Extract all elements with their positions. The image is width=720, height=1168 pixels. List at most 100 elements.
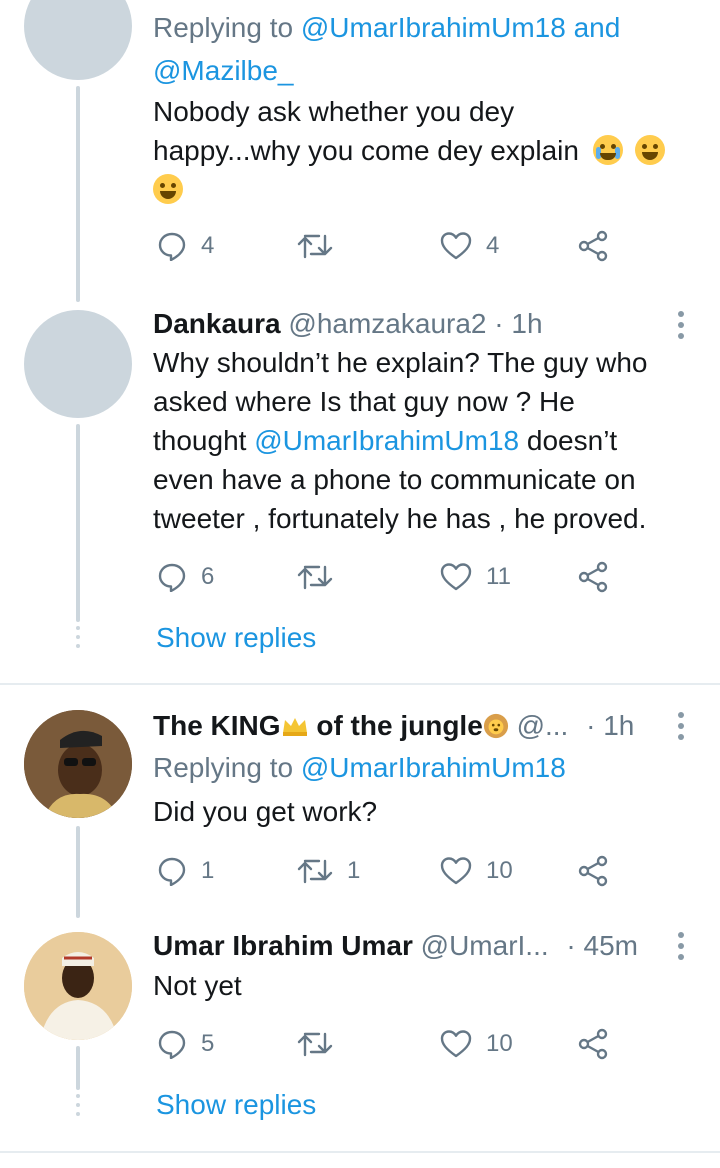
reply-icon [158,232,186,261]
share-icon [578,1028,608,1060]
retweet-button[interactable] [297,1024,347,1064]
tweet-actions: 5 10 [153,1024,623,1064]
like-button[interactable]: 11 [440,557,511,597]
display-name-text: of the jungle [308,710,483,741]
tweet-body-line: Nobody ask whether you dey [153,96,515,127]
share-icon [578,561,608,593]
lion-emoji-icon [483,713,508,739]
retweet-icon [297,234,333,259]
sweat-smile-emoji-icon [634,135,665,165]
like-button[interactable]: 4 [440,226,499,266]
avatar[interactable] [24,710,132,818]
like-button[interactable]: 10 [440,1024,513,1064]
like-count: 11 [486,563,511,590]
like-count: 4 [486,232,500,259]
avatar-photo [24,710,132,818]
mention-link[interactable]: @UmarIbrahimUm18 [301,752,566,783]
show-replies-link[interactable]: Show replies [156,622,316,654]
user-handle[interactable]: @... [517,710,569,741]
share-icon [578,230,608,262]
replying-to-label: Replying to [153,12,294,43]
tweet-body-line: thought @UmarIbrahimUm18 doesn’t [153,421,647,460]
crown-emoji-icon [282,718,307,736]
display-name[interactable]: The KING of the jungle [153,710,517,741]
heart-icon [440,1030,472,1058]
sweat-smile-emoji-icon [153,174,183,204]
tweet-timestamp: · 45m [566,930,638,961]
reply-button[interactable]: 6 [157,557,214,597]
tweet-actions: 4 4 [153,226,623,266]
more-vertical-icon[interactable] [678,932,686,965]
more-vertical-icon[interactable] [678,712,686,745]
like-count: 10 [486,857,513,884]
display-name-text: The KING [153,710,281,741]
avatar[interactable] [24,932,132,1040]
tweet-body-text: doesn’t [526,425,618,456]
display-name[interactable]: Umar Ibrahim Umar [153,930,413,961]
more-vertical-icon[interactable] [678,311,686,344]
reply-icon [158,857,186,886]
tweet-header: Umar Ibrahim Umar @UmarI... · 45m [153,926,638,965]
heart-icon [440,857,472,885]
thread-dots [76,626,80,653]
tweet-body-line: tweeter , fortunately he has , he proved… [153,503,647,534]
retweet-button[interactable]: 1 [297,851,360,891]
divider [0,1151,720,1153]
retweet-icon [297,565,333,590]
tweet-body: Did you get work? [153,796,378,827]
thread-line [76,86,80,302]
thread-dots [76,1094,80,1121]
replying-to-label: Replying to [153,752,294,783]
reply-button[interactable]: 1 [157,851,214,891]
tweet-body: Not yet [153,970,242,1001]
thread-line [76,1046,80,1090]
tweet-body: Why shouldn’t he explain? The guy who as… [153,343,647,538]
tweet-timestamp: · 1h [586,710,635,741]
share-button[interactable] [578,226,610,266]
tweet-body-line: asked where Is that guy now ? He [153,386,575,417]
retweet-button[interactable] [297,226,347,266]
like-count: 10 [486,1030,513,1057]
retweet-count: 1 [347,857,361,884]
tweet-body-line: Why shouldn’t he explain? The guy who [153,347,648,378]
mention-link[interactable]: @UmarIbrahimUm18 [301,12,566,43]
replying-to: Replying to @UmarIbrahimUm18 and [153,8,620,47]
mention-link[interactable]: @UmarIbrahimUm18 [254,425,519,456]
tweet-body: Nobody ask whether you dey happy...why y… [153,92,665,209]
tweet-actions: 6 11 [153,557,623,597]
user-handle[interactable]: @UmarI... [421,930,549,961]
avatar[interactable] [24,310,132,418]
reply-count: 6 [201,563,215,590]
reply-icon [158,1030,186,1059]
share-button[interactable] [578,557,610,597]
reply-icon [158,563,186,592]
tweet-body-line [153,170,665,209]
retweet-icon [297,859,333,884]
user-handle[interactable]: @hamzakaura2 [288,308,486,339]
reply-button[interactable]: 4 [157,226,214,266]
tweet-body-text: thought [153,425,247,456]
display-name[interactable]: Dankaura [153,308,281,339]
thread-line [76,424,80,622]
replying-and[interactable]: and [574,12,621,43]
retweet-icon [297,1032,333,1057]
retweet-button[interactable] [297,557,347,597]
share-button[interactable] [578,1024,610,1064]
tweet-body-text: happy...why you come dey explain [153,135,579,166]
heart-icon [440,232,472,260]
divider [0,683,720,685]
avatar-photo [24,932,132,1040]
show-replies-link[interactable]: Show replies [156,1089,316,1121]
tweet-actions: 1 1 10 [153,851,623,891]
reply-count: 1 [201,857,215,884]
reply-button[interactable]: 5 [157,1024,214,1064]
tweet-body-line: even have a phone to communicate on [153,464,636,495]
tweet-body-line: happy...why you come dey explain [153,131,665,170]
mention-link[interactable]: @Mazilbe_ [153,51,293,90]
share-button[interactable] [578,851,610,891]
reply-count: 5 [201,1030,215,1057]
replying-to: Replying to @UmarIbrahimUm18 [153,748,566,787]
reply-count: 4 [201,232,215,259]
avatar[interactable] [24,0,132,80]
like-button[interactable]: 10 [440,851,513,891]
